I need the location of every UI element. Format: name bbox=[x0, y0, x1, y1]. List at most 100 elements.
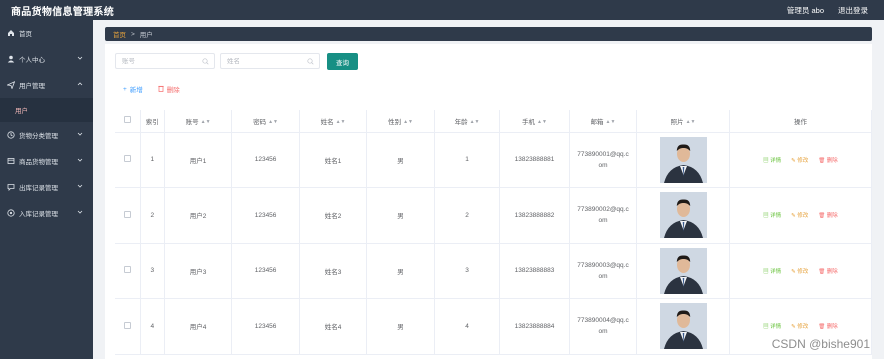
select-all-checkbox[interactable] bbox=[115, 110, 141, 133]
column-header-account[interactable]: 账号 ▲▼ bbox=[164, 110, 233, 133]
cell-password: 123456 bbox=[231, 187, 300, 244]
cell-password: 123456 bbox=[231, 132, 300, 188]
cell-phone: 13823888884 bbox=[499, 298, 570, 355]
edit-button[interactable]: ✎ 修改 bbox=[791, 322, 808, 330]
row-checkbox[interactable] bbox=[115, 298, 141, 355]
user-table: 索引 账号 ▲▼ 密码 ▲▼ 姓名 ▲▼ 性别 ▲▼ 年龄 ▲▼ 手机 ▲▼ 邮箱 ▲▼ 照片… bbox=[115, 110, 873, 355]
row-checkbox[interactable] bbox=[115, 243, 141, 299]
cell-password: 123456 bbox=[231, 243, 300, 299]
watermark: CSDN @bishe901 bbox=[771, 337, 870, 351]
row-checkbox[interactable] bbox=[115, 187, 141, 244]
batch-delete-button[interactable]: 删除 bbox=[158, 84, 180, 94]
column-header-photo[interactable]: 照片 ▲▼ bbox=[636, 110, 730, 133]
sidebar-item-profile[interactable]: 个人中心 bbox=[0, 46, 93, 72]
detail-button[interactable]: ▤ 详情 bbox=[763, 267, 781, 275]
delete-button[interactable]: 🗑 删除 bbox=[818, 322, 838, 330]
cell-age: 3 bbox=[434, 243, 501, 299]
table-header-row: 索引 账号 ▲▼ 密码 ▲▼ 姓名 ▲▼ 性别 ▲▼ 年龄 ▲▼ 手机 ▲▼ 邮箱 ▲▼ 照片… bbox=[115, 110, 873, 133]
cell-phone: 13823888881 bbox=[499, 132, 570, 188]
sidebar-item-goods[interactable]: 商品货物管理 bbox=[0, 148, 93, 174]
cell-gender: 男 bbox=[366, 243, 435, 299]
column-header-phone[interactable]: 手机 ▲▼ bbox=[499, 110, 570, 133]
chevron-down-icon bbox=[77, 157, 83, 165]
cell-phone: 13823888882 bbox=[499, 187, 570, 244]
send-icon bbox=[7, 81, 15, 89]
cell-phone: 13823888883 bbox=[499, 243, 570, 299]
sidebar-item-inbound[interactable]: 入库记录管理 bbox=[0, 200, 93, 226]
table-row: 3 用户3 123456 姓名3 男 3 13823888883 7738900… bbox=[115, 243, 873, 299]
sidebar-item-label: 个人中心 bbox=[19, 57, 45, 64]
trash-icon bbox=[158, 85, 164, 94]
cell-account: 用户1 bbox=[164, 132, 233, 188]
sidebar-item-home[interactable]: 首页 bbox=[0, 20, 93, 46]
cell-photo bbox=[636, 187, 730, 244]
sidebar-item-label: 首页 bbox=[19, 31, 32, 38]
column-header-name[interactable]: 姓名 ▲▼ bbox=[299, 110, 368, 133]
chevron-down-icon bbox=[77, 209, 83, 217]
add-label: 新增 bbox=[129, 87, 143, 94]
sidebar-item-outbound[interactable]: 出库记录管理 bbox=[0, 174, 93, 200]
sidebar-item-user-management[interactable]: 用户管理 bbox=[0, 72, 93, 98]
chevron-down-icon bbox=[77, 131, 83, 139]
column-header-email[interactable]: 邮箱 ▲▼ bbox=[569, 110, 638, 133]
delete-button[interactable]: 🗑 删除 bbox=[818, 267, 838, 275]
column-header-operations: 操作 bbox=[729, 110, 873, 133]
sort-icon: ▲▼ bbox=[335, 119, 346, 126]
breadcrumb-current: 用户 bbox=[139, 32, 153, 39]
sort-icon: ▲▼ bbox=[605, 119, 616, 126]
edit-button[interactable]: ✎ 修改 bbox=[791, 211, 808, 219]
user-photo bbox=[659, 303, 707, 350]
cell-name: 姓名4 bbox=[299, 298, 368, 355]
admin-label: 管理员 abo bbox=[786, 5, 824, 15]
sidebar-item-category[interactable]: 货物分类管理 bbox=[0, 122, 93, 148]
cell-index: 1 bbox=[140, 132, 165, 188]
detail-button[interactable]: ▤ 详情 bbox=[763, 322, 781, 330]
table-row: 1 用户1 123456 姓名1 男 1 13823888881 7738900… bbox=[115, 132, 873, 188]
detail-button[interactable]: ▤ 详情 bbox=[763, 156, 781, 164]
chat-icon bbox=[7, 183, 15, 191]
column-header-age[interactable]: 年龄 ▲▼ bbox=[434, 110, 501, 133]
edit-button[interactable]: ✎ 修改 bbox=[791, 267, 808, 275]
content-panel: 查询 + 新增 删除 索引 账号▲▼ bbox=[105, 44, 873, 359]
delete-button[interactable]: 🗑 删除 bbox=[818, 211, 838, 219]
account-search-field[interactable] bbox=[115, 53, 215, 69]
sort-icon: ▲▼ bbox=[268, 119, 279, 126]
detail-button[interactable]: ▤ 详情 bbox=[763, 211, 781, 219]
search-icon bbox=[307, 58, 314, 67]
delete-label: 删除 bbox=[166, 87, 180, 94]
name-search-field[interactable] bbox=[220, 53, 320, 69]
chevron-down-icon bbox=[77, 55, 83, 63]
sort-icon: ▲▼ bbox=[685, 119, 696, 126]
table-row: 4 用户4 123456 姓名4 男 4 13823888884 7738900… bbox=[115, 298, 873, 355]
plus-icon: + bbox=[123, 85, 127, 93]
top-bar: 商品货物信息管理系统 管理员 abo 退出登录 bbox=[0, 0, 884, 20]
logout-link[interactable]: 退出登录 bbox=[838, 5, 868, 16]
name-search-input[interactable] bbox=[227, 57, 307, 65]
add-button[interactable]: + 新增 bbox=[123, 84, 143, 95]
cell-photo bbox=[636, 298, 730, 355]
column-header-password[interactable]: 密码 ▲▼ bbox=[231, 110, 300, 133]
column-header-gender[interactable]: 性别 ▲▼ bbox=[366, 110, 435, 133]
search-row: 查询 bbox=[115, 53, 358, 70]
query-button[interactable]: 查询 bbox=[327, 53, 358, 70]
account-search-input[interactable] bbox=[122, 57, 202, 65]
sidebar-item-label: 商品货物管理 bbox=[19, 159, 58, 166]
settings-icon bbox=[7, 209, 15, 217]
cell-operations: ▤ 详情 ✎ 修改 🗑 删除 bbox=[729, 243, 873, 299]
cell-age: 2 bbox=[434, 187, 501, 244]
sidebar-item-label: 出库记录管理 bbox=[19, 185, 58, 192]
breadcrumb-home[interactable]: 首页 bbox=[113, 29, 126, 39]
user-icon bbox=[7, 55, 15, 63]
cell-account: 用户4 bbox=[164, 298, 233, 355]
submenu-item-user[interactable]: 用户 bbox=[0, 98, 93, 122]
row-checkbox[interactable] bbox=[115, 132, 141, 188]
edit-button[interactable]: ✎ 修改 bbox=[791, 156, 808, 164]
column-header-index: 索引 bbox=[140, 110, 165, 133]
search-icon bbox=[202, 58, 209, 67]
cell-email: 773890002@qq.c om bbox=[569, 187, 638, 244]
sidebar-item-label: 入库记录管理 bbox=[19, 211, 58, 218]
table-row: 2 用户2 123456 姓名2 男 2 13823888882 7738900… bbox=[115, 187, 873, 244]
delete-button[interactable]: 🗑 删除 bbox=[818, 156, 838, 164]
breadcrumb: 首页 > 用户 bbox=[105, 27, 872, 41]
submenu-label: 用户 bbox=[15, 108, 28, 115]
